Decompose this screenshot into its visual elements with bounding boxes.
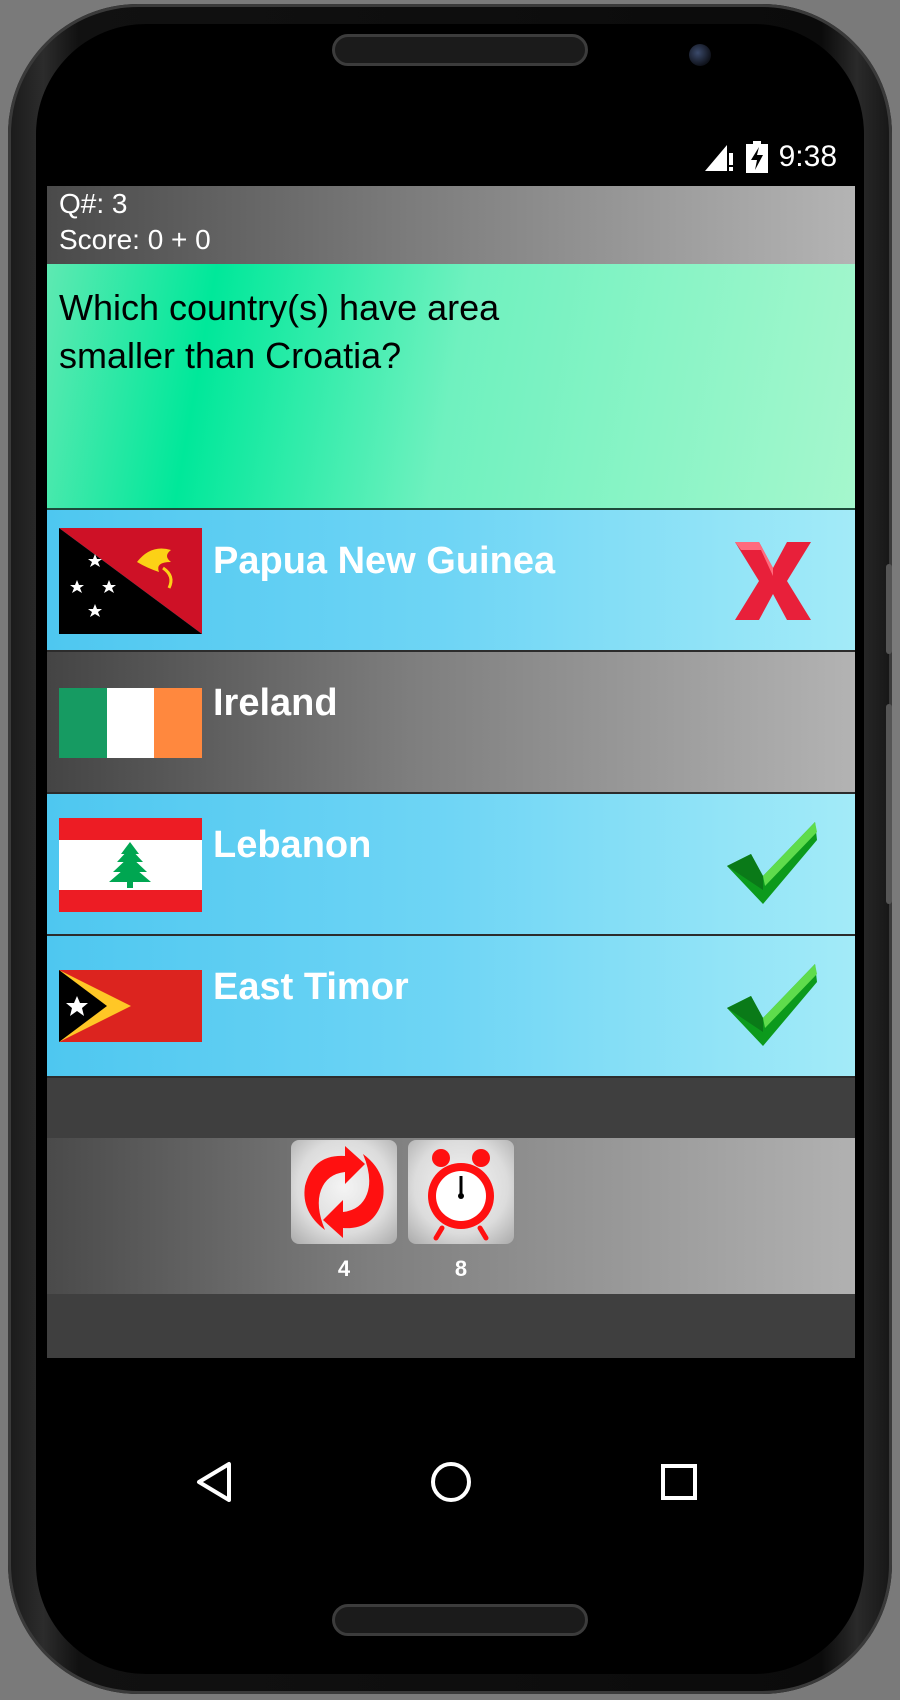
screen: 9:38 Q#: 3 Score: 0 + 0 Which country(s)… xyxy=(47,128,855,1568)
question-panel: Which country(s) have area smaller than … xyxy=(47,264,855,510)
volume-button xyxy=(886,704,892,904)
answer-label: Ireland xyxy=(213,682,338,724)
back-icon[interactable] xyxy=(191,1458,239,1506)
home-icon[interactable] xyxy=(427,1458,475,1506)
correct-checkmark-icon xyxy=(727,822,817,904)
question-number: Q#: 3 xyxy=(59,188,128,219)
answer-option-east-timor[interactable]: East Timor xyxy=(47,936,855,1078)
refresh-icon xyxy=(304,1146,384,1238)
answer-option-ireland[interactable]: Ireland xyxy=(47,652,855,794)
question-text: Which country(s) have area smaller than … xyxy=(59,287,500,376)
wrong-x-icon xyxy=(735,542,811,620)
front-camera xyxy=(689,44,711,66)
refresh-lifeline[interactable]: 4 xyxy=(291,1138,397,1294)
papua-new-guinea-flag xyxy=(59,528,202,634)
correct-checkmark-icon xyxy=(727,964,817,1046)
answer-label: Lebanon xyxy=(213,824,372,866)
alarm-clock-icon xyxy=(428,1149,494,1241)
bottom-speaker xyxy=(332,1604,588,1636)
quiz-app: Q#: 3 Score: 0 + 0 Which country(s) have… xyxy=(47,186,855,1358)
alarm-button[interactable] xyxy=(408,1140,514,1244)
lebanon-flag xyxy=(59,818,202,912)
score-text: Score: 0 + 0 xyxy=(59,224,211,255)
top-speaker xyxy=(332,34,588,66)
answer-label: East Timor xyxy=(213,966,409,1008)
signal-icon xyxy=(704,145,733,171)
side-button xyxy=(886,564,892,654)
answer-label: Papua New Guinea xyxy=(213,540,556,582)
status-time: 9:38 xyxy=(778,140,837,173)
answer-option-papua-new-guinea[interactable]: Papua New Guinea xyxy=(47,510,855,652)
info-bar: Q#: 3 Score: 0 + 0 xyxy=(47,186,855,264)
alarm-count: 8 xyxy=(454,1256,468,1281)
answer-option-lebanon[interactable]: Lebanon xyxy=(47,794,855,936)
status-bar: 9:38 xyxy=(47,128,855,186)
east-timor-flag xyxy=(59,970,202,1042)
lifeline-toolbar: 4 8 xyxy=(47,1138,855,1294)
refresh-button[interactable] xyxy=(291,1140,397,1244)
refresh-count: 4 xyxy=(337,1256,351,1281)
ireland-flag xyxy=(59,688,202,758)
android-nav-bar xyxy=(47,1358,855,1568)
battery-charging-icon xyxy=(745,141,768,173)
time-lifeline[interactable]: 8 xyxy=(408,1138,514,1294)
recents-icon[interactable] xyxy=(655,1458,703,1506)
